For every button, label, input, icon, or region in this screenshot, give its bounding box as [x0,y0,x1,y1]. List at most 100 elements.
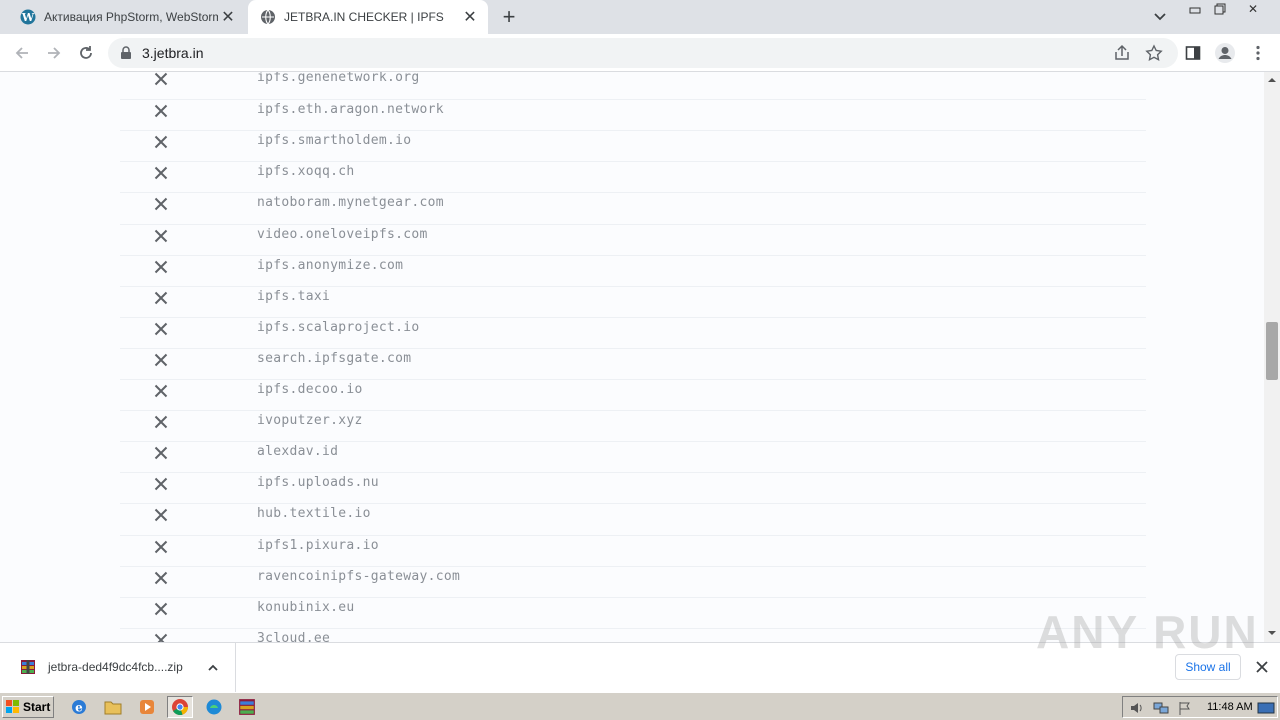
forward-button[interactable] [42,41,66,65]
windows-logo-icon [6,700,19,713]
edge-icon [206,699,222,715]
reload-button[interactable] [74,41,98,65]
taskbar-chrome[interactable] [167,696,193,718]
star-icon [1145,44,1163,61]
new-tab-button[interactable]: + [497,4,521,29]
gateway-host: ipfs.scalaproject.io [257,319,420,335]
chrome-icon [172,699,189,716]
chevron-down-icon[interactable] [1150,8,1170,26]
lock-icon[interactable] [120,46,132,60]
gateway-host: ipfs.uploads.nu [257,475,379,491]
svg-text:W: W [21,11,35,24]
table-row: ipfs1.pixura.io [120,534,1146,566]
download-file-name: jetbra-ded4f9dc4fcb....zip [48,660,183,674]
back-button[interactable] [10,41,34,65]
avatar-icon [1215,43,1235,63]
table-row: konubinix.eu [120,596,1146,628]
scrollbar-thumb[interactable] [1266,322,1278,380]
tab-title: Активация PhpStorm, WebStorm, IntelliJ I… [44,10,218,24]
status-fail-icon [154,384,168,398]
table-row: ipfs.eth.aragon.network [120,99,1146,130]
clock: 11:48 AM [1207,701,1253,713]
gateway-host: ipfs1.pixura.io [257,537,379,553]
table-row: video.oneloveipfs.com [120,223,1146,255]
table-row: ravencoinipfs-gateway.com [120,565,1146,597]
download-item[interactable]: jetbra-ded4f9dc4fcb....zip [0,643,236,693]
chevron-up-icon[interactable] [206,661,220,675]
side-panel-icon [1185,46,1201,60]
close-icon[interactable] [1253,658,1271,676]
taskbar-explorer[interactable] [100,696,126,718]
taskbar-edge[interactable] [201,696,227,718]
table-row: ipfs.smartholdem.io [120,130,1146,161]
side-panel-button[interactable] [1181,41,1205,65]
gateway-host: ipfs.xoqq.ch [257,164,355,180]
network-icon[interactable] [1153,700,1169,716]
taskbar-winrar[interactable] [234,696,260,718]
gateway-host: natoboram.mynetgear.com [257,195,444,211]
show-desktop-icon[interactable] [1257,700,1275,716]
gateway-host: ipfs.genenetwork.org [257,72,420,85]
minimize-icon[interactable] [1184,2,1206,16]
table-row: ipfs.xoqq.ch [120,161,1146,192]
status-fail-icon [154,509,168,522]
status-fail-icon [154,167,168,180]
kebab-menu-icon [1256,45,1260,61]
gateway-host: 3cloud.ee [257,630,331,642]
scroll-up-icon[interactable] [1268,76,1276,84]
status-fail-icon [154,415,168,429]
status-fail-icon [154,260,168,273]
speaker-icon[interactable] [1129,700,1145,716]
tab-jetbra-checker[interactable]: JETBRA.IN CHECKER | IPFS ✕ [248,0,488,34]
start-button[interactable]: Start [2,696,54,718]
gateway-host: search.ipfsgate.com [257,350,412,366]
internet-explorer-icon: e [72,700,86,715]
arrow-right-icon [48,47,61,59]
tab-strip: W Активация PhpStorm, WebStorm, IntelliJ… [0,0,1280,34]
gateway-host: ipfs.smartholdem.io [257,133,412,149]
gateway-host: konubinix.eu [257,599,355,615]
table-row: ipfs.scalaproject.io [120,316,1146,348]
tab-phpstorm-activation[interactable]: W Активация PhpStorm, WebStorm, IntelliJ… [8,0,246,34]
table-row: ipfs.decoo.io [120,379,1146,410]
status-fail-icon [154,198,168,211]
status-fail-icon [154,633,168,642]
profile-button[interactable] [1213,41,1237,65]
share-icon [1115,44,1129,60]
taskbar-media-player[interactable] [134,696,160,718]
share-button[interactable] [1110,41,1134,65]
status-fail-icon [154,540,168,553]
address-bar[interactable]: 3.jetbra.in [108,38,1178,68]
action-center-flag-icon[interactable] [1177,700,1193,716]
gateway-host: ivoputzer.xyz [257,413,363,429]
gateway-host: ipfs.taxi [257,288,331,304]
gateway-host: alexdav.id [257,444,339,460]
table-row: 3cloud.ee [120,627,1146,642]
close-tab-icon[interactable]: ✕ [218,7,238,27]
gateway-host: hub.textile.io [257,506,371,522]
wordpress-icon: W [20,9,36,25]
table-row: search.ipfsgate.com [120,347,1146,379]
globe-icon [261,9,275,25]
status-fail-icon [154,135,168,149]
restore-icon[interactable] [1209,2,1231,16]
page-scrollbar[interactable] [1264,72,1280,642]
window-close-icon[interactable]: ✕ [1242,2,1264,16]
folder-icon [104,701,122,715]
menu-button[interactable] [1246,41,1270,65]
table-row: alexdav.id [120,441,1146,472]
status-fail-icon [154,291,168,304]
bookmark-button[interactable] [1142,41,1166,65]
table-row: ipfs.taxi [120,285,1146,317]
status-fail-icon [154,322,168,336]
scroll-down-icon[interactable] [1268,629,1276,637]
status-fail-icon [154,229,168,242]
media-player-icon [140,700,154,714]
gateway-list: ipfs.genenetwork.org ipfs.eth.aragon.netw… [0,72,1264,642]
close-tab-icon[interactable]: ✕ [460,7,480,27]
status-fail-icon [154,478,168,491]
start-label: Start [23,700,51,714]
taskbar-ie[interactable]: e [66,696,92,718]
url-text: 3.jetbra.in [142,45,204,61]
table-row: hub.textile.io [120,503,1146,534]
